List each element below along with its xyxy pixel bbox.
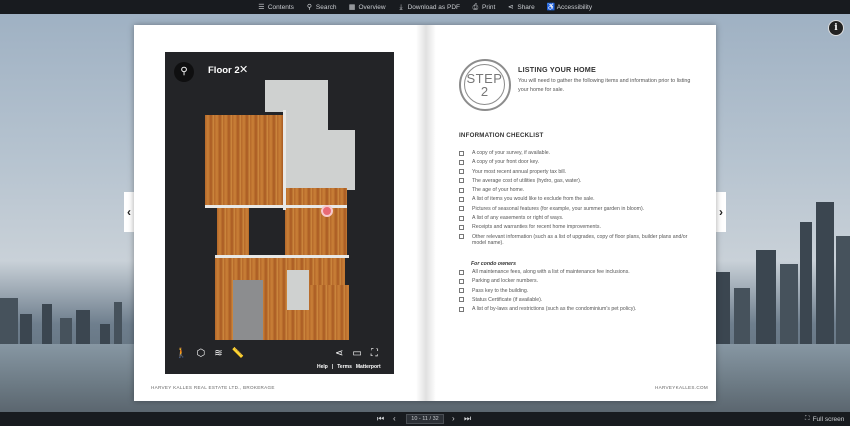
checkbox[interactable] (459, 234, 464, 240)
matterport-logo[interactable]: Matterport (356, 364, 381, 370)
book-gutter (416, 25, 436, 401)
close-icon[interactable]: ✕ (239, 63, 248, 76)
list-item: Parking and locker numbers. (459, 278, 694, 285)
checkbox[interactable] (459, 159, 464, 165)
fullscreen-button[interactable]: ⛶ Full screen (805, 415, 844, 423)
left-page-footer: HARVEY KALLES REAL ESTATE LTD., BROKERAG… (151, 385, 275, 390)
checkbox[interactable] (459, 215, 464, 221)
checkbox[interactable] (459, 306, 464, 312)
checkbox[interactable] (459, 187, 464, 193)
list-item: A list of items you would like to exclud… (459, 196, 694, 203)
floorplan-footer: Help | Terms Matterport (317, 364, 381, 370)
print-button[interactable]: ⎙ Print (472, 3, 496, 11)
condo-subtitle: For condo owners (471, 261, 516, 267)
prev-page-arrow[interactable]: ‹ (124, 192, 134, 232)
accessibility-icon: ♿ (546, 3, 556, 11)
list-item: A copy of your survey, if available. (459, 150, 694, 157)
condo-checklist: All maintenance fees, along with a list … (459, 269, 694, 315)
list-item: A copy of your front door key. (459, 159, 694, 166)
fullscreen-label: Full screen (812, 415, 845, 423)
top-toolbar: ☰ Contents ⚲ Search ▦ Overview ⤓ Downloa… (0, 0, 850, 14)
checkbox[interactable] (459, 178, 464, 184)
search-button[interactable]: ⚲ Search (306, 4, 337, 11)
download-icon: ⤓ (399, 3, 403, 11)
page-heading: LISTING YOUR HOME (518, 65, 596, 74)
share-icon[interactable]: ⋖ (335, 348, 343, 359)
share-icon: ⋖ (507, 3, 514, 11)
list-item: Pictures of seasonal features (for examp… (459, 206, 694, 213)
location-pin[interactable] (321, 205, 333, 217)
page-number-field[interactable]: 10 - 11 / 32 (406, 414, 444, 424)
fullscreen-icon: ⛶ (805, 415, 810, 422)
next-page-arrow[interactable]: › (716, 192, 726, 232)
download-pdf-button[interactable]: ⤓ Download as PDF (398, 4, 460, 11)
print-icon: ⎙ (472, 3, 479, 11)
list-item: The average cost of utilities (hydro, ga… (459, 178, 694, 185)
search-label: Search (315, 3, 337, 11)
bottom-pagination-bar: ⏮ ‹ 10 - 11 / 32 › ⏭ ⛶ Full screen (0, 412, 850, 426)
list-item: The age of your home. (459, 187, 694, 194)
share-label: Share (517, 3, 535, 11)
list-item: Pass key to the building. (459, 288, 694, 295)
checklist: A copy of your survey, if available. A c… (459, 150, 694, 249)
fullscreen-icon[interactable]: ⛶ (371, 348, 378, 359)
prev-page-icon[interactable]: ‹ (393, 414, 396, 423)
right-page-footer: HARVEYKALLES.COM (655, 385, 708, 390)
checklist-title: INFORMATION CHECKLIST (459, 132, 544, 139)
checkbox[interactable] (459, 196, 464, 202)
vr-icon[interactable]: ▭ (352, 348, 361, 359)
floorplan-viewer[interactable]: ⚲ Floor 2 ✕ 🚶 ⬡ ≋ 📏 ⋖ ▭ ⛶ Help | Terms M… (165, 52, 394, 374)
walk-icon[interactable]: 🚶 (175, 348, 187, 359)
floor-plan-image (205, 80, 365, 340)
contents-button[interactable]: ☰ Contents (258, 4, 294, 11)
step-number: 2 (480, 84, 489, 99)
checkbox[interactable] (459, 206, 464, 212)
checkbox[interactable] (459, 150, 464, 156)
checkbox[interactable] (459, 224, 464, 230)
overview-button[interactable]: ▦ Overview (349, 4, 386, 11)
download-label: Download as PDF (407, 3, 460, 11)
separator: | (331, 364, 334, 370)
list-item: Receipts and warranties for recent home … (459, 224, 694, 231)
checkbox[interactable] (459, 278, 464, 284)
dollhouse-icon[interactable]: ⬡ (196, 348, 205, 359)
last-page-icon[interactable]: ⏭ (464, 414, 471, 424)
floorplan-tools: 🚶 ⬡ ≋ 📏 (175, 348, 244, 359)
search-icon: ⚲ (306, 3, 312, 11)
list-item: Your most recent annual property tax bil… (459, 169, 694, 176)
share-button[interactable]: ⋖ Share (507, 3, 535, 11)
help-link[interactable]: Help (317, 364, 328, 370)
checkbox[interactable] (459, 297, 464, 303)
terms-link[interactable]: Terms (337, 364, 352, 370)
list-item: A list of any easements or right of ways… (459, 215, 694, 222)
checkbox[interactable] (459, 169, 464, 175)
contents-label: Contents (267, 3, 294, 11)
list-item: Status Certificate (if available). (459, 297, 694, 304)
accessibility-label: Accessibility (556, 3, 593, 11)
intro-text: You will need to gather the following it… (518, 78, 691, 93)
list-item: A list of by-laws and restrictions (such… (459, 306, 694, 313)
list-icon: ☰ (258, 3, 265, 11)
step-badge: STEP 2 (459, 59, 511, 111)
list-item: All maintenance fees, along with a list … (459, 269, 694, 276)
list-item: Other relevant information (such as a li… (459, 234, 694, 247)
flipbook-spread: ⚲ Floor 2 ✕ 🚶 ⬡ ≋ 📏 ⋖ ▭ ⛶ Help | Terms M… (134, 25, 716, 401)
measure-icon[interactable]: 📏 (232, 348, 244, 359)
floors-icon[interactable]: ≋ (214, 348, 222, 359)
info-icon[interactable]: i (828, 20, 844, 36)
floorplan-title: Floor 2 (208, 65, 240, 76)
floorplan-search-icon[interactable]: ⚲ (174, 62, 194, 82)
checkbox[interactable] (459, 269, 464, 275)
overview-label: Overview (358, 3, 386, 11)
print-label: Print (481, 3, 496, 11)
checkbox[interactable] (459, 288, 464, 294)
grid-icon: ▦ (348, 3, 356, 11)
first-page-icon[interactable]: ⏮ (377, 414, 384, 424)
floorplan-actions: ⋖ ▭ ⛶ (335, 348, 378, 359)
accessibility-button[interactable]: ♿ Accessibility (547, 4, 592, 11)
next-page-icon[interactable]: › (452, 414, 455, 423)
